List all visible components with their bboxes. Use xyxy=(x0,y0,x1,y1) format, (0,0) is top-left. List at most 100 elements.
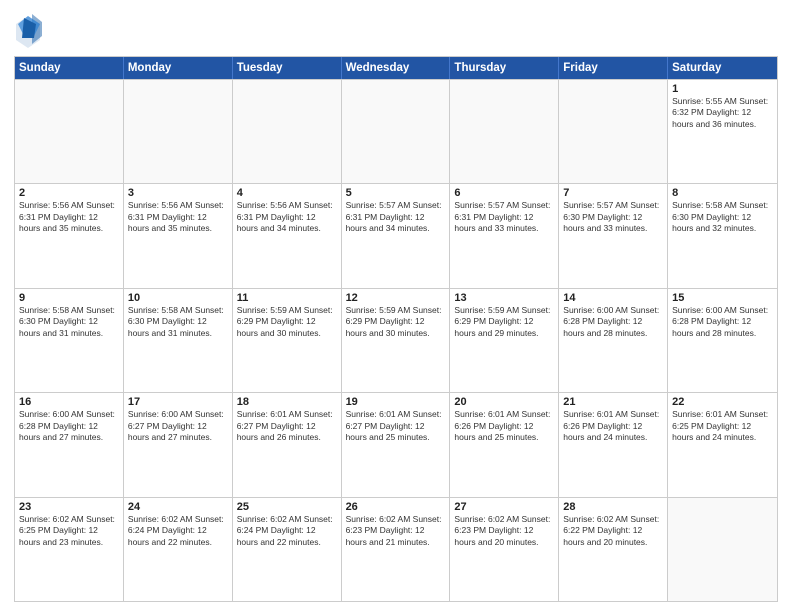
day-info: Sunrise: 5:58 AM Sunset: 6:30 PM Dayligh… xyxy=(19,305,119,339)
weekday-header-monday: Monday xyxy=(124,57,233,79)
weekday-header-friday: Friday xyxy=(559,57,668,79)
day-cell-9: 9Sunrise: 5:58 AM Sunset: 6:30 PM Daylig… xyxy=(15,289,124,392)
day-info: Sunrise: 6:02 AM Sunset: 6:25 PM Dayligh… xyxy=(19,514,119,548)
day-cell-13: 13Sunrise: 5:59 AM Sunset: 6:29 PM Dayli… xyxy=(450,289,559,392)
weekday-header-saturday: Saturday xyxy=(668,57,777,79)
day-info: Sunrise: 6:01 AM Sunset: 6:26 PM Dayligh… xyxy=(563,409,663,443)
day-info: Sunrise: 6:02 AM Sunset: 6:22 PM Dayligh… xyxy=(563,514,663,548)
day-info: Sunrise: 5:57 AM Sunset: 6:31 PM Dayligh… xyxy=(346,200,446,234)
weekday-header-tuesday: Tuesday xyxy=(233,57,342,79)
day-cell-empty-0-4 xyxy=(450,80,559,183)
day-info: Sunrise: 6:00 AM Sunset: 6:28 PM Dayligh… xyxy=(672,305,773,339)
page: SundayMondayTuesdayWednesdayThursdayFrid… xyxy=(0,0,792,612)
day-cell-3: 3Sunrise: 5:56 AM Sunset: 6:31 PM Daylig… xyxy=(124,184,233,287)
day-number: 25 xyxy=(237,501,337,513)
day-cell-21: 21Sunrise: 6:01 AM Sunset: 6:26 PM Dayli… xyxy=(559,393,668,496)
day-info: Sunrise: 5:55 AM Sunset: 6:32 PM Dayligh… xyxy=(672,96,773,130)
day-info: Sunrise: 6:02 AM Sunset: 6:24 PM Dayligh… xyxy=(237,514,337,548)
header xyxy=(14,10,778,50)
day-info: Sunrise: 5:59 AM Sunset: 6:29 PM Dayligh… xyxy=(237,305,337,339)
day-cell-empty-0-1 xyxy=(124,80,233,183)
day-number: 6 xyxy=(454,187,554,199)
day-number: 13 xyxy=(454,292,554,304)
day-number: 27 xyxy=(454,501,554,513)
day-cell-25: 25Sunrise: 6:02 AM Sunset: 6:24 PM Dayli… xyxy=(233,498,342,601)
day-number: 4 xyxy=(237,187,337,199)
day-number: 17 xyxy=(128,396,228,408)
day-number: 1 xyxy=(672,83,773,95)
day-cell-19: 19Sunrise: 6:01 AM Sunset: 6:27 PM Dayli… xyxy=(342,393,451,496)
day-cell-empty-0-2 xyxy=(233,80,342,183)
day-cell-18: 18Sunrise: 6:01 AM Sunset: 6:27 PM Dayli… xyxy=(233,393,342,496)
day-cell-2: 2Sunrise: 5:56 AM Sunset: 6:31 PM Daylig… xyxy=(15,184,124,287)
day-number: 2 xyxy=(19,187,119,199)
day-number: 5 xyxy=(346,187,446,199)
day-info: Sunrise: 5:57 AM Sunset: 6:31 PM Dayligh… xyxy=(454,200,554,234)
week-row-4: 23Sunrise: 6:02 AM Sunset: 6:25 PM Dayli… xyxy=(15,497,777,601)
day-info: Sunrise: 6:01 AM Sunset: 6:27 PM Dayligh… xyxy=(346,409,446,443)
day-info: Sunrise: 6:00 AM Sunset: 6:27 PM Dayligh… xyxy=(128,409,228,443)
day-cell-15: 15Sunrise: 6:00 AM Sunset: 6:28 PM Dayli… xyxy=(668,289,777,392)
day-number: 22 xyxy=(672,396,773,408)
week-row-3: 16Sunrise: 6:00 AM Sunset: 6:28 PM Dayli… xyxy=(15,392,777,496)
day-info: Sunrise: 6:02 AM Sunset: 6:24 PM Dayligh… xyxy=(128,514,228,548)
day-info: Sunrise: 6:00 AM Sunset: 6:28 PM Dayligh… xyxy=(19,409,119,443)
day-cell-empty-4-6 xyxy=(668,498,777,601)
day-cell-26: 26Sunrise: 6:02 AM Sunset: 6:23 PM Dayli… xyxy=(342,498,451,601)
day-cell-27: 27Sunrise: 6:02 AM Sunset: 6:23 PM Dayli… xyxy=(450,498,559,601)
day-number: 3 xyxy=(128,187,228,199)
day-cell-11: 11Sunrise: 5:59 AM Sunset: 6:29 PM Dayli… xyxy=(233,289,342,392)
day-number: 19 xyxy=(346,396,446,408)
weekday-header-thursday: Thursday xyxy=(450,57,559,79)
day-info: Sunrise: 6:01 AM Sunset: 6:27 PM Dayligh… xyxy=(237,409,337,443)
weekday-header-sunday: Sunday xyxy=(15,57,124,79)
day-number: 24 xyxy=(128,501,228,513)
week-row-1: 2Sunrise: 5:56 AM Sunset: 6:31 PM Daylig… xyxy=(15,183,777,287)
day-info: Sunrise: 6:01 AM Sunset: 6:26 PM Dayligh… xyxy=(454,409,554,443)
calendar: SundayMondayTuesdayWednesdayThursdayFrid… xyxy=(14,56,778,602)
day-info: Sunrise: 5:58 AM Sunset: 6:30 PM Dayligh… xyxy=(672,200,773,234)
day-number: 21 xyxy=(563,396,663,408)
logo-icon xyxy=(14,14,42,50)
day-number: 9 xyxy=(19,292,119,304)
day-cell-22: 22Sunrise: 6:01 AM Sunset: 6:25 PM Dayli… xyxy=(668,393,777,496)
day-cell-20: 20Sunrise: 6:01 AM Sunset: 6:26 PM Dayli… xyxy=(450,393,559,496)
day-cell-12: 12Sunrise: 5:59 AM Sunset: 6:29 PM Dayli… xyxy=(342,289,451,392)
day-number: 20 xyxy=(454,396,554,408)
day-info: Sunrise: 5:56 AM Sunset: 6:31 PM Dayligh… xyxy=(237,200,337,234)
calendar-body: 1Sunrise: 5:55 AM Sunset: 6:32 PM Daylig… xyxy=(15,79,777,601)
day-cell-24: 24Sunrise: 6:02 AM Sunset: 6:24 PM Dayli… xyxy=(124,498,233,601)
day-info: Sunrise: 6:02 AM Sunset: 6:23 PM Dayligh… xyxy=(346,514,446,548)
day-cell-17: 17Sunrise: 6:00 AM Sunset: 6:27 PM Dayli… xyxy=(124,393,233,496)
day-number: 8 xyxy=(672,187,773,199)
day-cell-14: 14Sunrise: 6:00 AM Sunset: 6:28 PM Dayli… xyxy=(559,289,668,392)
day-info: Sunrise: 6:02 AM Sunset: 6:23 PM Dayligh… xyxy=(454,514,554,548)
day-number: 26 xyxy=(346,501,446,513)
day-info: Sunrise: 5:58 AM Sunset: 6:30 PM Dayligh… xyxy=(128,305,228,339)
calendar-header: SundayMondayTuesdayWednesdayThursdayFrid… xyxy=(15,57,777,79)
day-info: Sunrise: 5:57 AM Sunset: 6:30 PM Dayligh… xyxy=(563,200,663,234)
day-number: 14 xyxy=(563,292,663,304)
day-number: 28 xyxy=(563,501,663,513)
day-number: 10 xyxy=(128,292,228,304)
week-row-0: 1Sunrise: 5:55 AM Sunset: 6:32 PM Daylig… xyxy=(15,79,777,183)
day-cell-16: 16Sunrise: 6:00 AM Sunset: 6:28 PM Dayli… xyxy=(15,393,124,496)
day-cell-6: 6Sunrise: 5:57 AM Sunset: 6:31 PM Daylig… xyxy=(450,184,559,287)
day-cell-8: 8Sunrise: 5:58 AM Sunset: 6:30 PM Daylig… xyxy=(668,184,777,287)
day-cell-23: 23Sunrise: 6:02 AM Sunset: 6:25 PM Dayli… xyxy=(15,498,124,601)
day-info: Sunrise: 5:56 AM Sunset: 6:31 PM Dayligh… xyxy=(128,200,228,234)
day-info: Sunrise: 6:01 AM Sunset: 6:25 PM Dayligh… xyxy=(672,409,773,443)
day-cell-empty-0-3 xyxy=(342,80,451,183)
day-cell-28: 28Sunrise: 6:02 AM Sunset: 6:22 PM Dayli… xyxy=(559,498,668,601)
week-row-2: 9Sunrise: 5:58 AM Sunset: 6:30 PM Daylig… xyxy=(15,288,777,392)
day-number: 18 xyxy=(237,396,337,408)
day-cell-5: 5Sunrise: 5:57 AM Sunset: 6:31 PM Daylig… xyxy=(342,184,451,287)
day-cell-10: 10Sunrise: 5:58 AM Sunset: 6:30 PM Dayli… xyxy=(124,289,233,392)
weekday-header-wednesday: Wednesday xyxy=(342,57,451,79)
day-cell-1: 1Sunrise: 5:55 AM Sunset: 6:32 PM Daylig… xyxy=(668,80,777,183)
day-info: Sunrise: 5:56 AM Sunset: 6:31 PM Dayligh… xyxy=(19,200,119,234)
day-number: 7 xyxy=(563,187,663,199)
day-number: 12 xyxy=(346,292,446,304)
day-info: Sunrise: 5:59 AM Sunset: 6:29 PM Dayligh… xyxy=(346,305,446,339)
day-cell-4: 4Sunrise: 5:56 AM Sunset: 6:31 PM Daylig… xyxy=(233,184,342,287)
